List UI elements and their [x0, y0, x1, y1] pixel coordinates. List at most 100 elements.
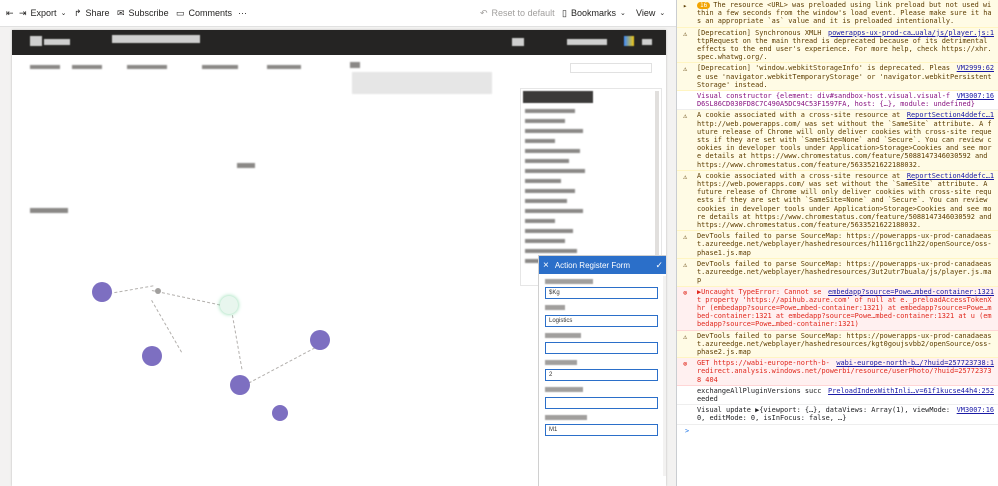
form-field-6[interactable]: M1: [545, 424, 658, 436]
slicer-item[interactable]: [525, 239, 565, 243]
slicer-item[interactable]: [525, 159, 569, 163]
graph-node[interactable]: [142, 346, 162, 366]
export-button[interactable]: ⇥ Export ⌄: [19, 0, 66, 26]
console-message-error: ⊗ embedapp?source=Powe…mbed-container:13…: [677, 286, 998, 331]
form-field-2[interactable]: Logistics: [545, 315, 658, 327]
graph-node[interactable]: [310, 330, 330, 350]
undo-icon: ↶: [480, 7, 488, 18]
slicer-item[interactable]: [525, 209, 583, 213]
filter-label: [267, 65, 301, 69]
warning-icon: ⚠: [683, 172, 688, 181]
console-message-log: VM3007:16 Visual constructor {element: di…: [677, 91, 998, 111]
form-field-4[interactable]: 2: [545, 369, 658, 381]
graph-node-selected[interactable]: [220, 296, 238, 314]
slicer-item[interactable]: [525, 109, 575, 113]
nav-toggle[interactable]: ⇤: [6, 0, 14, 26]
slicer-item[interactable]: [525, 139, 555, 143]
search-box[interactable]: [570, 63, 652, 73]
field-label: [545, 415, 587, 420]
share-button[interactable]: ↱ Share: [74, 0, 110, 26]
header-title: [112, 35, 200, 43]
report-page: × Action Register Form ✓ $Kg Logistics 2…: [12, 30, 666, 486]
slicer-item[interactable]: [525, 219, 555, 223]
console-message-warning: ⚠ ReportSection4ddefc…1 A cookie associat…: [677, 110, 998, 171]
form-field-1[interactable]: $Kg: [545, 287, 658, 299]
console-message-log: VM3007:16 Visual update ▶{viewport: {…}, …: [677, 405, 998, 425]
visual-label: [30, 208, 68, 213]
warning-icon: ⚠: [683, 29, 688, 38]
chevron-down-icon: ⌄: [619, 10, 626, 17]
graph-node-small[interactable]: [155, 288, 161, 294]
console-message-log: PreloadIndexWithInli…v=61f1kucse44h4:252…: [677, 386, 998, 406]
field-label: [545, 279, 593, 284]
report-header: [12, 30, 666, 55]
comment-icon: ▭: [176, 7, 185, 18]
console-message-warning: ⚠ DevTools failed to parse SourceMap: ht…: [677, 231, 998, 259]
arrow-left-right-icon: ⇤: [6, 7, 14, 18]
console-message-warning: ⚠ ReportSection4ddefc…1 A cookie associat…: [677, 170, 998, 232]
filter-label: [350, 62, 360, 68]
source-link[interactable]: embedapp?source=Powe…mbed-container:1321: [828, 288, 994, 296]
warning-icon: ⚠: [683, 65, 688, 74]
form-field-5[interactable]: [545, 397, 658, 409]
filter-label: [30, 65, 60, 69]
field-label: [545, 360, 577, 365]
console-message-warning: ⚠ DevTools failed to parse SourceMap: ht…: [677, 330, 998, 359]
check-icon[interactable]: ✓: [655, 260, 663, 271]
error-icon: ⊗: [683, 288, 688, 297]
console-prompt[interactable]: >: [677, 425, 998, 437]
view-button[interactable]: View ⌄: [636, 0, 665, 26]
form-scrollbar[interactable]: [663, 276, 666, 476]
header-icon: [512, 38, 524, 46]
close-icon[interactable]: ×: [543, 260, 549, 271]
graph-node[interactable]: [272, 405, 288, 421]
subscribe-button[interactable]: ✉ Subscribe: [117, 0, 169, 26]
form-field-3[interactable]: [545, 342, 658, 354]
bookmark-icon: ▯: [562, 7, 567, 18]
slicer-item[interactable]: [525, 199, 567, 203]
bookmarks-button[interactable]: ▯ Bookmarks ⌄: [562, 0, 626, 26]
slicer-item[interactable]: [525, 249, 577, 253]
comments-button[interactable]: ▭ Comments: [176, 0, 232, 26]
filter-label: [127, 65, 167, 69]
error-icon: ⊗: [683, 360, 688, 369]
warning-icon: ⚠: [683, 233, 688, 242]
source-link[interactable]: PreloadIndexWithInli…v=61f1kucse44h4:252: [828, 387, 994, 395]
slicer-header: [523, 91, 593, 103]
console-message-warning: ▸ 16 The resource <URL> was preloaded usi…: [677, 0, 998, 28]
source-link[interactable]: VM3007:16: [957, 92, 994, 100]
mail-icon: ✉: [117, 7, 125, 18]
slicer-item[interactable]: [525, 129, 583, 133]
slicer-scrollbar[interactable]: [655, 91, 659, 281]
header-text: [567, 39, 607, 45]
graph-edge: [244, 347, 316, 386]
slicer-item[interactable]: [525, 149, 580, 153]
console-message-warning: ⚠ DevTools failed to parse SourceMap: ht…: [677, 258, 998, 287]
slicer-item[interactable]: [525, 229, 573, 233]
header-logo: [30, 36, 42, 46]
graph-node[interactable]: [92, 282, 112, 302]
warning-icon: ⚠: [683, 332, 688, 341]
slicer-item[interactable]: [525, 179, 561, 183]
header-text: [642, 39, 652, 45]
devtools-console: ▸ 16 The resource <URL> was preloaded usi…: [677, 0, 998, 486]
filter-label: [72, 65, 102, 69]
reset-to-default-button[interactable]: ↶ Reset to default: [480, 0, 555, 26]
slicer-item[interactable]: [525, 169, 585, 173]
console-message-warning: ⚠ powerapps-ux-prod-ca…uala/js/player.js…: [677, 27, 998, 64]
filter-block: [352, 72, 492, 94]
slicer-item[interactable]: [525, 189, 575, 193]
source-link[interactable]: wabi-europe-north-b…/?huid=257723738:1: [836, 359, 994, 367]
more-options-button[interactable]: ···: [238, 0, 247, 26]
source-link[interactable]: ReportSection4ddefc…1: [907, 172, 994, 180]
source-link[interactable]: VM3007:16: [957, 406, 994, 414]
slicer-item[interactable]: [525, 119, 565, 123]
source-link[interactable]: powerapps-ux-prod-ca…uala/js/player.js:1: [828, 29, 994, 37]
share-icon: ↱: [74, 7, 82, 18]
graph-node[interactable]: [230, 375, 250, 395]
source-link[interactable]: ReportSection4ddefc…1: [907, 111, 994, 119]
warning-icon: ⚠: [683, 112, 688, 121]
field-label: [545, 305, 565, 310]
source-link[interactable]: VM2999:62: [957, 64, 994, 72]
graph-edge: [151, 290, 231, 308]
